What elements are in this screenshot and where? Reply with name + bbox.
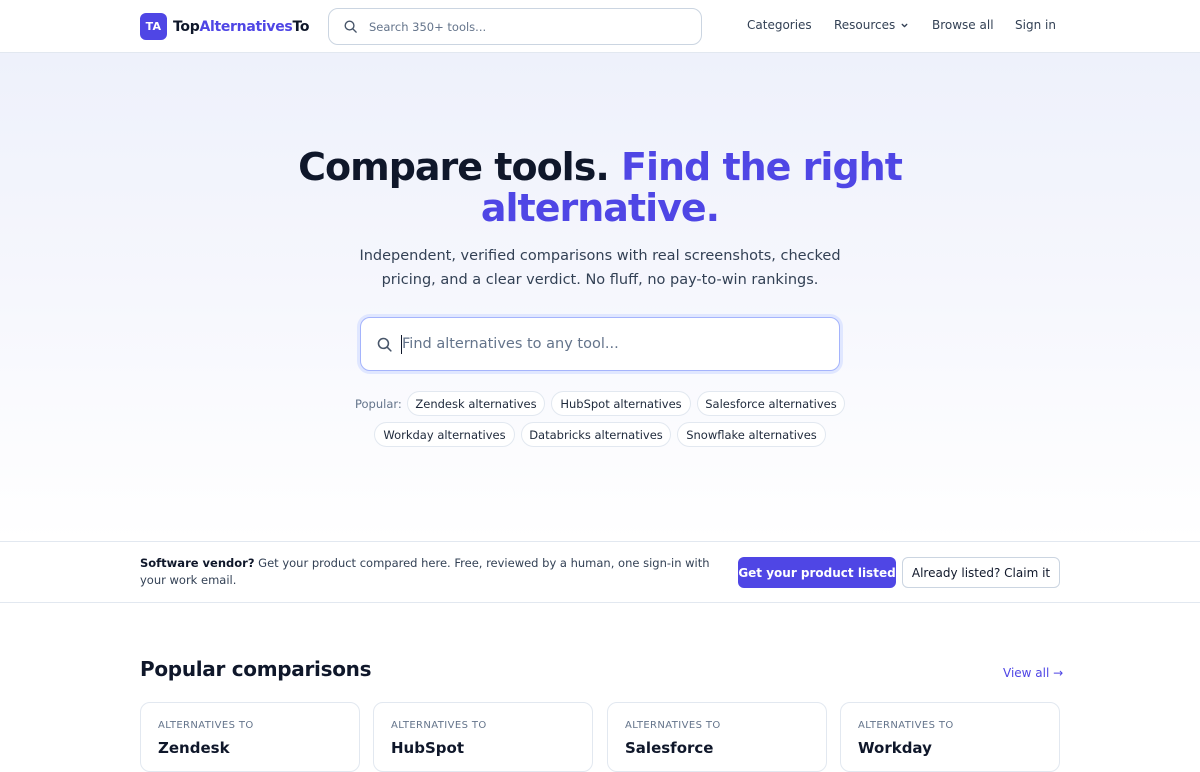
nav-link-resources[interactable]: Resources — [834, 18, 909, 32]
popular-chip[interactable]: HubSpot alternatives — [551, 391, 691, 416]
claim-listing-button[interactable]: Already listed? Claim it — [902, 557, 1060, 588]
hero-section: Compare tools. Find the right alternativ… — [0, 53, 1200, 541]
nav-link-resources-label: Resources — [834, 18, 896, 32]
nav-link-sign-in[interactable]: Sign in — [1015, 18, 1056, 32]
hero-title-part2: Find the right — [621, 145, 903, 189]
card-kicker: ALTERNATIVES TO — [858, 720, 954, 731]
popular-chip[interactable]: Snowflake alternatives — [677, 422, 826, 447]
hero-title-part3: alternative. — [480, 186, 720, 230]
top-nav: TA TopAlternativesTo Categories Resource… — [0, 0, 1200, 53]
comparison-card-workday[interactable]: ALTERNATIVES TO Workday — [840, 702, 1060, 772]
popular-chip[interactable]: Databricks alternatives — [521, 422, 671, 447]
comparison-card-hubspot[interactable]: ALTERNATIVES TO HubSpot — [373, 702, 593, 772]
card-tool-name: Workday — [858, 739, 932, 757]
comparison-card-salesforce[interactable]: ALTERNATIVES TO Salesforce — [607, 702, 827, 772]
text-caret — [401, 335, 402, 354]
vendor-banner: Software vendor? Get your product compar… — [0, 541, 1200, 603]
popular-chip[interactable]: Workday alternatives — [374, 422, 515, 447]
view-all-link[interactable]: View all → — [1003, 666, 1063, 680]
hero-subtitle: Independent, verified comparisons with r… — [359, 248, 841, 288]
vendor-text: Software vendor? Get your product compar… — [140, 555, 735, 589]
comparison-card-zendesk[interactable]: ALTERNATIVES TO Zendesk — [140, 702, 360, 772]
nav-links: Categories Resources Browse all Sign in — [0, 18, 1200, 36]
nav-link-sign-in-label: Sign in — [1015, 18, 1056, 32]
chevron-down-icon — [901, 23, 908, 27]
hero-search-input[interactable] — [402, 336, 812, 352]
card-tool-name: Salesforce — [625, 739, 714, 757]
hero-search-box[interactable] — [360, 317, 840, 371]
vendor-lead: Software vendor? — [140, 556, 255, 570]
card-kicker: ALTERNATIVES TO — [391, 720, 487, 731]
section-title-popular-comparisons: Popular comparisons — [140, 657, 372, 681]
hero-title-part1: Compare tools. — [298, 145, 610, 189]
popular-chip[interactable]: Salesforce alternatives — [697, 391, 845, 416]
popular-chip[interactable]: Zendesk alternatives — [407, 391, 545, 416]
popular-label: Popular: — [355, 397, 402, 411]
hero-title: Compare tools. Find the right alternativ… — [0, 147, 1200, 229]
card-tool-name: HubSpot — [391, 739, 464, 757]
card-tool-name: Zendesk — [158, 739, 230, 757]
card-kicker: ALTERNATIVES TO — [158, 720, 254, 731]
nav-link-categories-label: Categories — [747, 18, 812, 32]
search-icon — [377, 337, 392, 352]
nav-link-browse-all[interactable]: Browse all — [932, 18, 994, 32]
card-kicker: ALTERNATIVES TO — [625, 720, 721, 731]
nav-link-categories[interactable]: Categories — [747, 18, 812, 32]
get-listed-button[interactable]: Get your product listed — [738, 557, 896, 588]
nav-link-browse-all-label: Browse all — [932, 18, 994, 32]
